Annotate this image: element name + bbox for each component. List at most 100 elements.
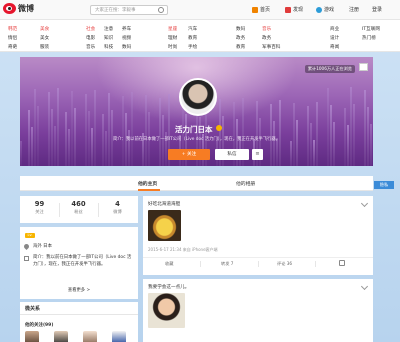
chevron-down-icon[interactable] bbox=[360, 282, 369, 291]
category-column: 社会 电影 音乐 bbox=[86, 25, 95, 52]
category-item[interactable]: 汽车 bbox=[188, 25, 197, 34]
location-text: 海外 日本 bbox=[33, 244, 52, 249]
category-item[interactable]: 视频 bbox=[122, 34, 131, 43]
post-meta[interactable]: 2015-6-17 21:34 来自 iPhone客户端 bbox=[148, 247, 218, 253]
tab-album[interactable]: 他的相册 bbox=[236, 180, 255, 187]
category-item[interactable]: 商业 bbox=[330, 25, 339, 34]
category-item[interactable]: 科技 bbox=[104, 43, 113, 52]
lavender-stalk bbox=[108, 93, 110, 166]
lavender-stalk bbox=[91, 128, 93, 166]
nav-login[interactable]: 登录 bbox=[372, 6, 382, 13]
follow-avatar[interactable] bbox=[112, 331, 126, 342]
lavender-stalk bbox=[313, 140, 315, 166]
category-item[interactable]: 政务 bbox=[236, 34, 245, 43]
lavender-stalk bbox=[290, 141, 292, 166]
category-item[interactable]: 注意 bbox=[104, 25, 113, 34]
visitor-count-badge: 累计1006万人正在浏览 bbox=[304, 65, 355, 73]
game-icon bbox=[316, 6, 322, 13]
category-item[interactable]: 时尚 bbox=[168, 43, 177, 52]
search-icon[interactable] bbox=[158, 7, 164, 13]
side-tab[interactable]: 隐私 bbox=[374, 181, 394, 189]
category-item[interactable]: 教育 bbox=[188, 34, 197, 43]
post-image[interactable] bbox=[148, 210, 181, 241]
following-title[interactable]: 他的关注(99) bbox=[25, 322, 53, 328]
category-item[interactable]: 奇葩 bbox=[8, 43, 17, 52]
category-item[interactable]: 理财 bbox=[168, 34, 177, 43]
lavender-stalk bbox=[370, 124, 372, 166]
category-item[interactable]: 教育 bbox=[236, 43, 245, 52]
stat-followers[interactable]: 460 粉丝 bbox=[59, 200, 98, 215]
category-column: 星座 理财 时尚 bbox=[168, 25, 177, 52]
repost-button[interactable]: 转发 7 bbox=[221, 261, 233, 267]
stat-label: 微博 bbox=[113, 209, 122, 214]
tab-home[interactable]: 他的主页 bbox=[138, 180, 157, 187]
chevron-down-icon[interactable] bbox=[360, 199, 369, 208]
category-item[interactable]: 美女 bbox=[40, 34, 49, 43]
category-item[interactable]: 情侣 bbox=[8, 34, 17, 43]
nav-discover-label: 发现 bbox=[293, 7, 304, 13]
category-column: 商业 设计 奇闻 bbox=[330, 25, 339, 52]
nav-register[interactable]: 注册 bbox=[349, 6, 359, 13]
category-item[interactable]: IT互联网 bbox=[362, 25, 380, 34]
relations-card: 微关系 他的关注(99) bbox=[20, 302, 138, 342]
category-item[interactable]: 奇闻 bbox=[330, 43, 339, 52]
follow-avatar[interactable] bbox=[83, 331, 97, 342]
stat-following[interactable]: 99 关注 bbox=[20, 200, 59, 215]
category-item[interactable]: 美食 bbox=[40, 25, 49, 34]
category-item[interactable]: 音乐 bbox=[86, 43, 95, 52]
follow-avatar[interactable] bbox=[54, 331, 68, 342]
follow-button[interactable]: + 关注 bbox=[168, 149, 210, 160]
view-more-link[interactable]: 查看更多 > bbox=[20, 287, 138, 293]
lavender-stalk bbox=[316, 102, 318, 166]
search-input[interactable]: 大家正在搜：李毅事 bbox=[90, 5, 168, 15]
post-image[interactable] bbox=[148, 293, 185, 328]
stat-label: 粉丝 bbox=[74, 209, 83, 214]
profile-stats: 99 关注 460 粉丝 4 微博 bbox=[20, 196, 138, 223]
like-icon[interactable] bbox=[339, 260, 345, 266]
top-nav-bar: 微博 大家正在搜：李毅事 首页 发现 游戏 注册 登录 bbox=[0, 0, 400, 20]
category-item[interactable]: 数码 bbox=[122, 43, 131, 52]
relations-title: 微关系 bbox=[25, 306, 41, 312]
favorite-button[interactable]: 收藏 bbox=[165, 261, 173, 267]
category-item[interactable]: 热门榜 bbox=[362, 34, 380, 43]
category-item[interactable]: 知识 bbox=[104, 34, 113, 43]
lavender-stalk bbox=[94, 90, 96, 166]
bio-icon bbox=[24, 256, 29, 261]
category-item[interactable]: 星座 bbox=[168, 25, 177, 34]
discover-icon bbox=[285, 6, 291, 13]
category-item[interactable]: 设计 bbox=[330, 34, 339, 43]
logo-text: 微博 bbox=[18, 4, 34, 13]
lavender-stalk bbox=[296, 120, 298, 166]
nav-home[interactable]: 首页 bbox=[252, 6, 270, 13]
post-text: 好吃北海道海胆 bbox=[148, 202, 181, 207]
weibo-logo[interactable]: 微博 bbox=[3, 3, 34, 14]
more-menu-button[interactable]: ≡ bbox=[252, 149, 263, 160]
stat-posts[interactable]: 4 微博 bbox=[98, 200, 137, 215]
category-item[interactable]: 服装 bbox=[40, 43, 49, 52]
nav-register-label: 注册 bbox=[349, 7, 360, 13]
profile-cover: 累计1006万人正在浏览 活力门日本 简介：我以前在日本做了一部IT公司（Liv… bbox=[20, 57, 373, 166]
category-item[interactable]: 政务 bbox=[262, 34, 280, 43]
divider bbox=[315, 261, 316, 267]
category-item[interactable]: 养车 bbox=[122, 25, 131, 34]
follow-avatar[interactable] bbox=[25, 331, 39, 342]
category-column: 养车 视频 数码 bbox=[122, 25, 131, 52]
category-item[interactable]: 手绘 bbox=[188, 43, 197, 52]
category-item[interactable]: 数码 bbox=[236, 25, 245, 34]
category-item[interactable]: 电影 bbox=[86, 34, 95, 43]
nav-discover[interactable]: 发现 bbox=[285, 6, 303, 13]
message-button[interactable]: 私信 bbox=[215, 149, 249, 160]
category-column: 美食 美女 服装 bbox=[40, 25, 49, 52]
category-item[interactable]: 社会 bbox=[86, 25, 95, 34]
divider bbox=[258, 261, 259, 267]
nav-game-label: 游戏 bbox=[324, 7, 335, 13]
cover-template-icon[interactable] bbox=[359, 63, 368, 71]
category-item[interactable]: 音乐 bbox=[262, 25, 280, 34]
category-item[interactable]: 韩范 bbox=[8, 25, 17, 34]
lavender-stalk bbox=[353, 104, 355, 166]
nav-game[interactable]: 游戏 bbox=[316, 6, 334, 13]
category-item[interactable]: 军事百科 bbox=[262, 43, 280, 52]
category-column: 数码 政务 教育 bbox=[236, 25, 245, 52]
avatar[interactable] bbox=[179, 78, 217, 116]
comment-button[interactable]: 评论 36 bbox=[277, 261, 292, 267]
